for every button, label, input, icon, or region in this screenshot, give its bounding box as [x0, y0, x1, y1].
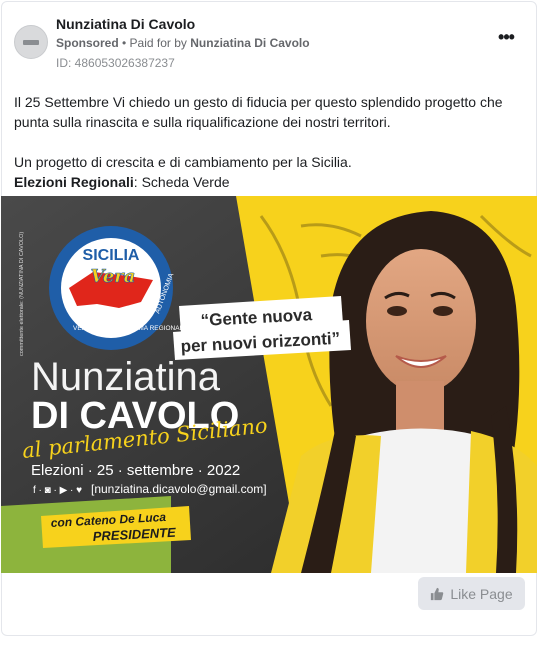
post-text: Il 25 Settembre Vi chiedo un gesto di fi… — [14, 92, 524, 192]
post-text-after-bold: : Scheda Verde — [133, 174, 230, 190]
logo-ring-left: VERSO UNA ECONOMIA REGIONALE — [73, 325, 188, 332]
post-text-paragraph-1: Il 25 Settembre Vi chiedo un gesto di fi… — [14, 94, 503, 130]
campaign-poster: committente elettorale: (NUNZIATINA DI C… — [1, 196, 537, 573]
portrait-eye-left — [387, 306, 407, 316]
side-note: committente elettorale: (NUNZIATINA DI C… — [19, 232, 25, 356]
portrait-neck — [396, 381, 444, 436]
page-avatar[interactable] — [14, 25, 48, 59]
election-date: Elezioni · 25 · settembre · 2022 — [31, 462, 240, 479]
like-page-label: Like Page — [450, 585, 513, 602]
more-options-icon[interactable]: ••• — [494, 28, 518, 52]
ad-id: ID: 486053026387237 — [56, 56, 175, 70]
post-text-paragraph-3: Elezioni Regionali: Scheda Verde — [14, 172, 524, 192]
sponsored-meta: Sponsored • Paid for by Nunziatina Di Ca… — [56, 36, 310, 50]
candidate-first-name: Nunziatina — [31, 355, 221, 399]
post-header: Nunziatina Di Cavolo Sponsored • Paid fo… — [14, 14, 526, 74]
paid-for-prefix: Paid for by — [129, 36, 191, 50]
quote-box: “Gente nuova per nuovi orizzonti” — [173, 296, 351, 360]
post-text-paragraph-2: Un progetto di crescita e di cambiamento… — [14, 154, 352, 170]
page-name-link[interactable]: Nunziatina Di Cavolo — [56, 16, 195, 32]
thumbs-up-icon — [431, 587, 444, 600]
portrait-face — [366, 249, 476, 393]
sponsored-label: Sponsored — [56, 36, 119, 50]
meta-separator: • — [118, 36, 130, 50]
logo-script: Vera — [91, 266, 136, 287]
post-text-bold: Elezioni Regionali — [14, 174, 134, 190]
contact-email: [nunziatina.dicavolo@gmail.com] — [91, 482, 267, 496]
like-page-button[interactable]: Like Page — [418, 577, 525, 610]
portrait-eye-right — [433, 306, 453, 316]
paid-for-name: Nunziatina Di Cavolo — [190, 36, 310, 50]
social-icons: f · ◙ · ▶ · ♥ — [33, 485, 82, 496]
ad-creative-image[interactable]: committente elettorale: (NUNZIATINA DI C… — [1, 196, 537, 573]
logo-title: SICILIA — [83, 247, 140, 264]
